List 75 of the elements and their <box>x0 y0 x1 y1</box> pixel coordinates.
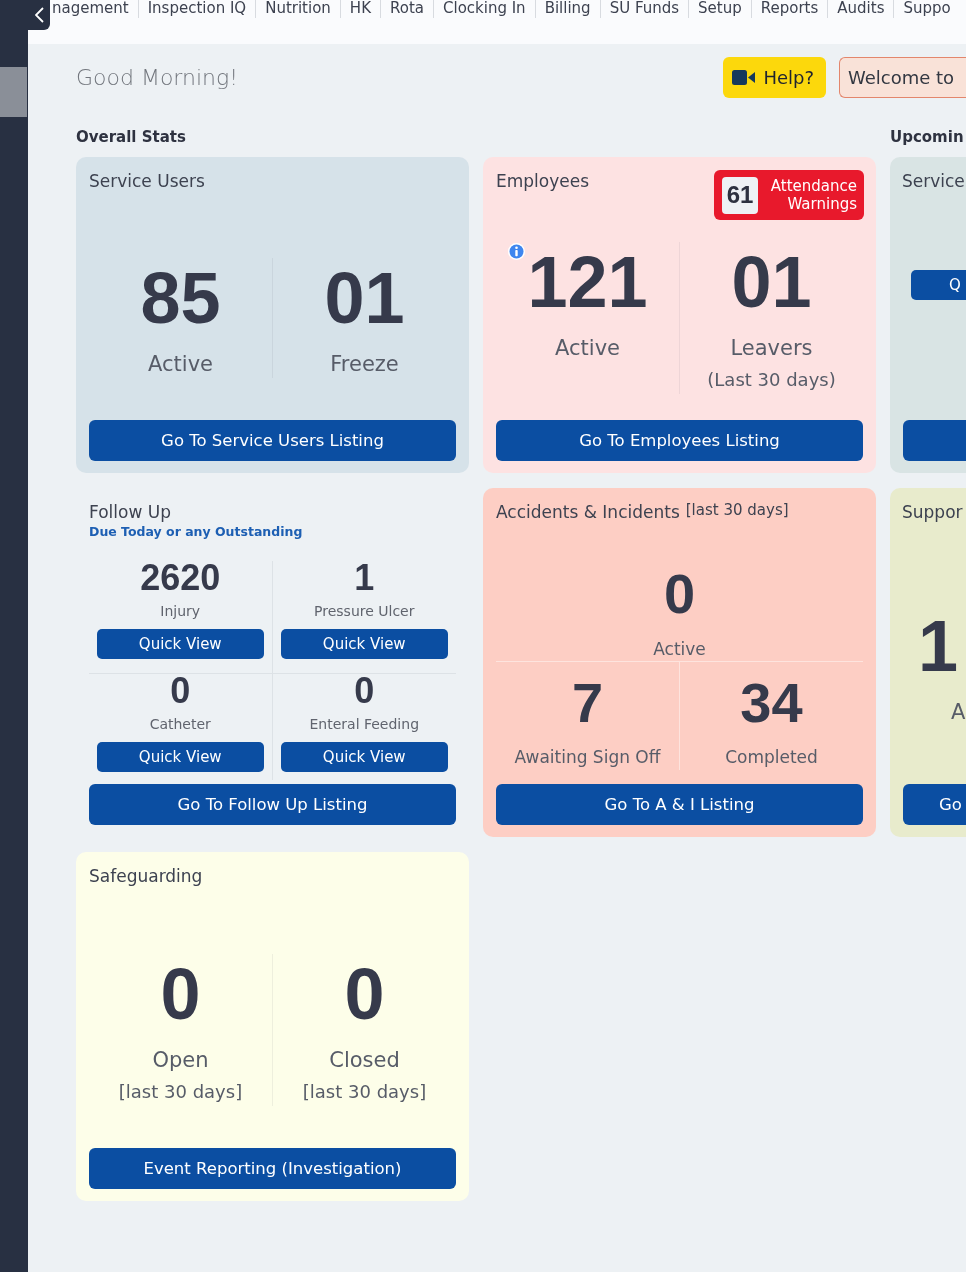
section-title: Upcomin <box>890 127 964 147</box>
chevron-left-icon <box>34 7 44 23</box>
warning-count: 61 <box>722 176 758 214</box>
card-subtitle: Due Today or any Outstanding <box>89 523 303 541</box>
stat-note: (Last 30 days) <box>707 368 836 392</box>
stat-label: Awaiting Sign Off <box>514 746 661 768</box>
stat-value: 1 <box>354 561 375 595</box>
quick-view-button[interactable]: Quick View <box>97 742 264 772</box>
stat-label: A <box>951 698 966 726</box>
listing-button[interactable]: Event Reporting (Investigation) <box>89 1148 456 1189</box>
stat-value: 1 <box>918 605 959 686</box>
stat-label: Catheter <box>149 715 211 734</box>
nav-link[interactable]: Suppo <box>893 0 960 18</box>
nav-link[interactable]: Clocking In <box>433 0 535 18</box>
stat-label: Active <box>555 335 620 362</box>
stat-value: 7 <box>571 673 604 733</box>
card-title: Service <box>902 170 965 192</box>
listing-button[interactable]: Go To Service Users Listing <box>89 420 456 461</box>
quick-view-button[interactable]: Q <box>911 269 966 300</box>
stat-label: Injury <box>160 602 201 621</box>
stat-label: Freeze <box>330 351 399 378</box>
stat-value: 0 <box>160 953 201 1034</box>
stat-label: Active <box>653 638 706 660</box>
card-title: Suppor <box>902 501 963 523</box>
listing-button[interactable]: Go <box>903 784 966 825</box>
stat-label: Pressure Ulcer <box>314 602 415 621</box>
title-note: [last 30 days] <box>685 501 789 519</box>
info-icon[interactable] <box>508 243 525 260</box>
stat-value: 01 <box>731 242 812 322</box>
card-title: Safeguarding <box>89 865 203 887</box>
stat-label: Enteral Feeding <box>309 715 419 734</box>
stat-label: Open <box>152 1046 209 1074</box>
stat-label: Closed <box>329 1046 400 1074</box>
attendance-warnings-badge[interactable]: 61 Attendance Warnings <box>714 170 864 220</box>
stat-value: 01 <box>324 258 405 338</box>
nav-link[interactable]: Audits <box>827 0 894 18</box>
help-button[interactable]: Help? <box>723 57 826 98</box>
nav-link[interactable]: HK <box>339 0 380 18</box>
video-camera-icon <box>732 70 756 85</box>
badge-label: Attendance Warnings <box>769 177 857 213</box>
listing-button[interactable]: Go To A & I Listing <box>496 784 863 825</box>
card-title: Service Users <box>89 170 205 192</box>
nav-link[interactable]: Reports <box>750 0 828 18</box>
stat-value: 2620 <box>140 561 221 595</box>
stat-label: Completed <box>725 746 818 768</box>
nav-link[interactable]: Rota <box>380 0 433 18</box>
listing-button[interactable]: Go To Follow Up Listing <box>89 784 456 825</box>
stat-value: 85 <box>140 258 221 338</box>
stat-value: 0 <box>170 674 191 708</box>
stat-label: Leavers <box>730 335 813 362</box>
card-title: Accidents & Incidents <box>496 501 680 523</box>
stat-value: 0 <box>344 953 385 1034</box>
nav-link[interactable]: Inspection IQ <box>137 0 256 18</box>
card-title: Follow Up <box>89 501 171 523</box>
stat-value: 34 <box>740 673 803 733</box>
listing-button[interactable]: Go To Employees Listing <box>496 420 863 461</box>
quick-view-button[interactable]: Quick View <box>97 629 264 659</box>
stat-label: Active <box>148 351 213 378</box>
nav-link[interactable]: Setup <box>688 0 751 18</box>
stat-value: 121 <box>527 242 648 322</box>
stat-note: [last 30 days] <box>302 1079 427 1104</box>
welcome-button[interactable]: Welcome to <box>839 57 966 98</box>
nav-link[interactable]: SU Funds <box>599 0 689 18</box>
nav-link[interactable]: Nutrition <box>255 0 340 18</box>
nav-link[interactable]: Billing <box>534 0 600 18</box>
stat-value: 0 <box>354 674 375 708</box>
stat-value: 0 <box>663 564 696 624</box>
section-title: Overall Stats <box>76 127 186 147</box>
greeting: Good Morning! <box>76 65 239 90</box>
collapse-sidebar-button[interactable] <box>28 0 50 30</box>
quick-view-button[interactable]: Quick View <box>280 629 448 659</box>
nav-link[interactable]: nagement <box>52 0 138 18</box>
card-title: Employees <box>496 170 590 192</box>
stat-note: [last 30 days] <box>118 1079 243 1104</box>
quick-view-button[interactable]: Quick View <box>280 742 448 772</box>
